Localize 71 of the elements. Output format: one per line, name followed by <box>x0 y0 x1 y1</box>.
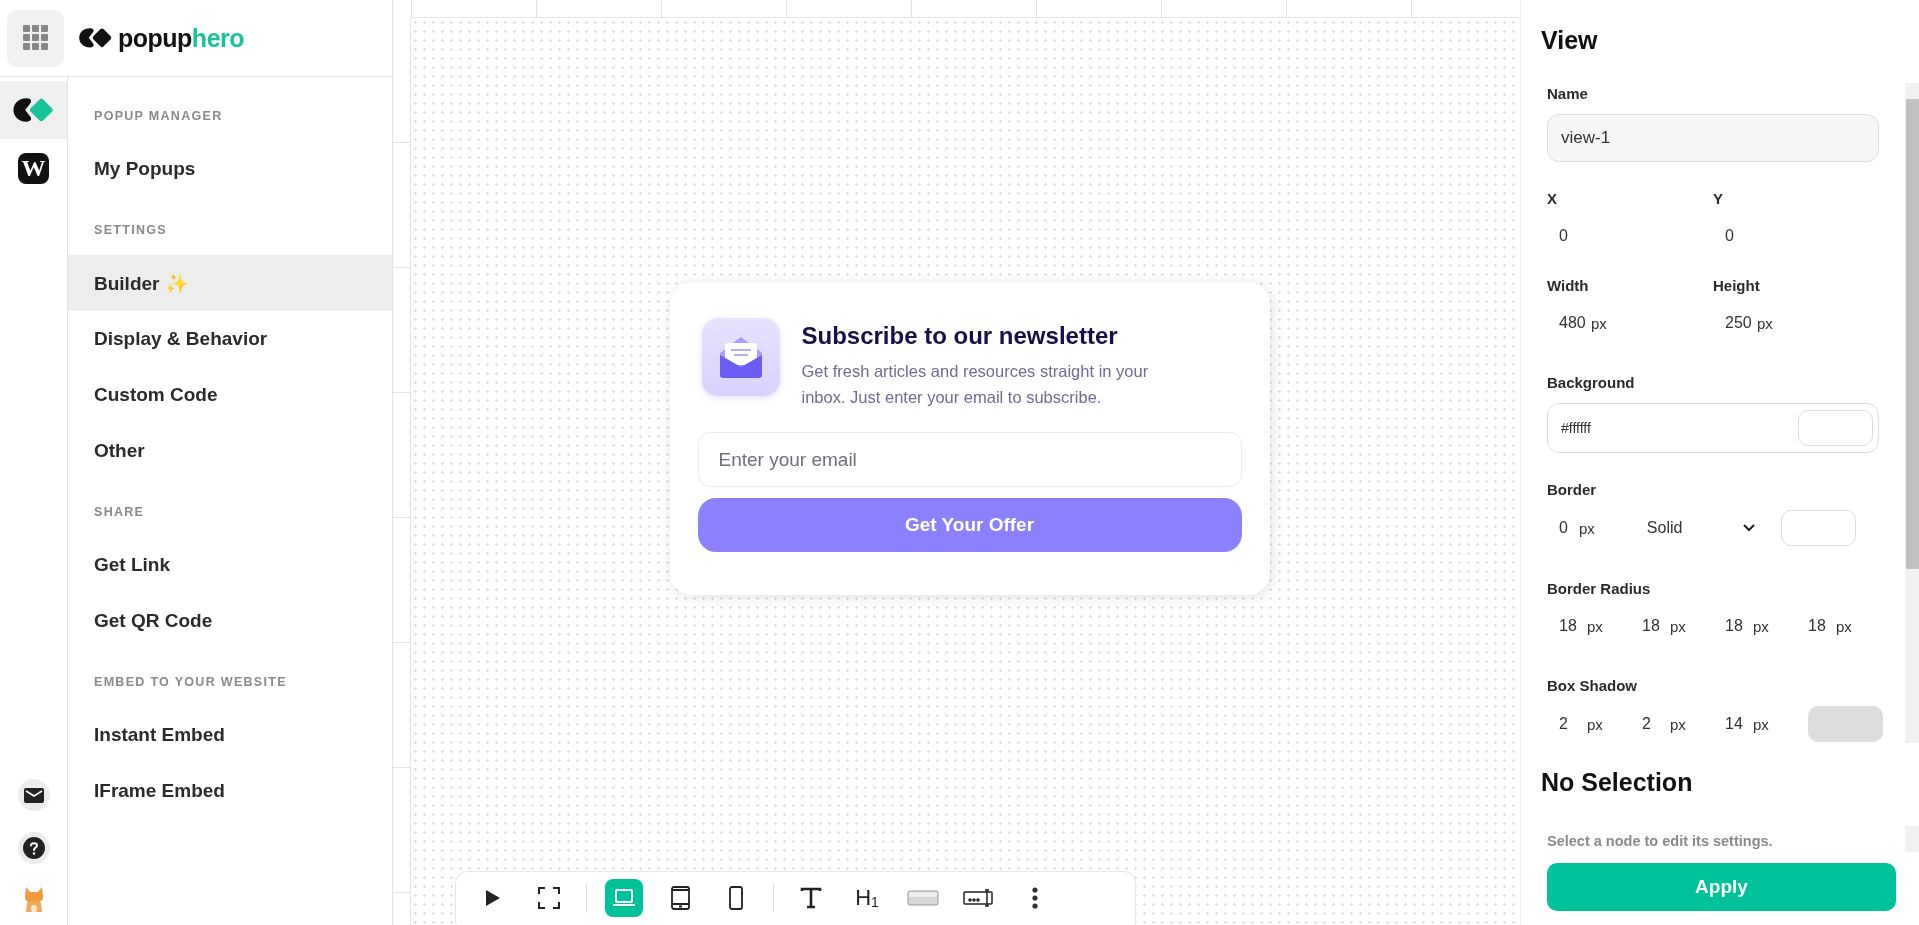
more-icon <box>1032 887 1038 909</box>
nav-item[interactable]: My Popups <box>68 141 392 197</box>
nav-item[interactable]: Custom Code <box>68 367 392 423</box>
image-block-icon <box>907 890 939 906</box>
tablet-icon <box>670 886 690 910</box>
logo-icon <box>11 96 56 124</box>
nav-item[interactable]: Other <box>68 423 392 479</box>
section-heading: SETTINGS <box>93 223 168 239</box>
input-block-icon <box>963 889 995 907</box>
unit-label: px <box>1591 314 1607 332</box>
wordpress-logo: W <box>18 152 49 184</box>
field-label: Background <box>1547 374 1636 391</box>
text-icon <box>800 887 822 909</box>
unit-label: px <box>1587 617 1603 635</box>
section-heading: EMBED TO YOUR WEBSITE <box>93 675 288 691</box>
field-label: Y <box>1713 190 1724 207</box>
field-label: Box Shadow <box>1547 677 1638 694</box>
field-label: Height <box>1713 277 1761 294</box>
nav-item[interactable]: Get QR Code <box>68 593 392 649</box>
color-swatch[interactable] <box>1780 510 1856 546</box>
email-field[interactable]: Enter your email <box>697 432 1242 487</box>
unit-label: px <box>1579 519 1595 537</box>
tool-button[interactable]: H$_{1}$ <box>848 879 886 917</box>
section-title: No Selection <box>1541 768 1694 797</box>
number-field[interactable]: 0 <box>1547 219 1607 253</box>
mail-icon <box>23 787 44 803</box>
name-field[interactable]: view-1 <box>1547 114 1879 162</box>
scrollbar[interactable] <box>1905 83 1919 743</box>
color-swatch[interactable] <box>1798 410 1873 446</box>
hint-text: Select a node to edit its settings. <box>1547 833 1773 849</box>
grid-icon <box>22 25 49 51</box>
unit-label: px <box>1753 617 1769 635</box>
field-label: Name <box>1547 85 1589 102</box>
help-button[interactable] <box>17 832 50 864</box>
field-label: Border <box>1547 481 1598 498</box>
play-icon <box>485 889 501 907</box>
color-swatch[interactable] <box>1808 706 1883 742</box>
unit-label: px <box>1670 715 1686 733</box>
apps-menu-button[interactable] <box>7 9 64 67</box>
nav-item[interactable]: IFrame Embed <box>68 763 392 819</box>
border-style-select[interactable]: Solid <box>1640 511 1759 545</box>
section-heading: POPUP MANAGER <box>93 109 224 125</box>
brand-name: popuphero <box>118 23 245 53</box>
unit-label: px <box>1757 314 1773 332</box>
field-label: Width <box>1547 277 1590 294</box>
section-heading: SHARE <box>93 505 146 521</box>
number-field[interactable]: 0 <box>1713 219 1773 253</box>
nav-item[interactable]: Instant Embed <box>68 707 392 763</box>
popup-description: Get fresh articles and resources straight in your inbox. Just enter your email to subscribe. <box>801 361 1150 408</box>
envelope-icon <box>701 318 780 396</box>
unit-label: px <box>1753 715 1769 733</box>
field-label: X <box>1547 190 1558 207</box>
panel-title: View <box>1541 26 1599 55</box>
popup-title: Subscribe to our newsletter <box>801 322 1119 350</box>
rail-item[interactable]: W <box>0 139 67 197</box>
phone-icon <box>729 886 743 910</box>
nav-item[interactable]: Builder ✨ <box>68 255 392 311</box>
laptop-icon <box>613 889 635 907</box>
unit-label: px <box>1670 617 1686 635</box>
nav-item[interactable]: Display & Behavior <box>68 311 392 367</box>
unit-label: px <box>1836 617 1852 635</box>
chevron-down-icon <box>1742 524 1755 532</box>
help-icon <box>22 837 45 859</box>
rail-item[interactable] <box>0 81 67 139</box>
logo-icon <box>78 27 114 49</box>
nav-item[interactable]: Get Link <box>68 537 392 593</box>
mail-button[interactable] <box>17 779 50 811</box>
color-field[interactable]: #ffffff <box>1547 403 1879 453</box>
unit-label: px <box>1587 715 1603 733</box>
fullscreen-icon <box>538 887 560 909</box>
field-label: Border Radius <box>1547 580 1652 597</box>
